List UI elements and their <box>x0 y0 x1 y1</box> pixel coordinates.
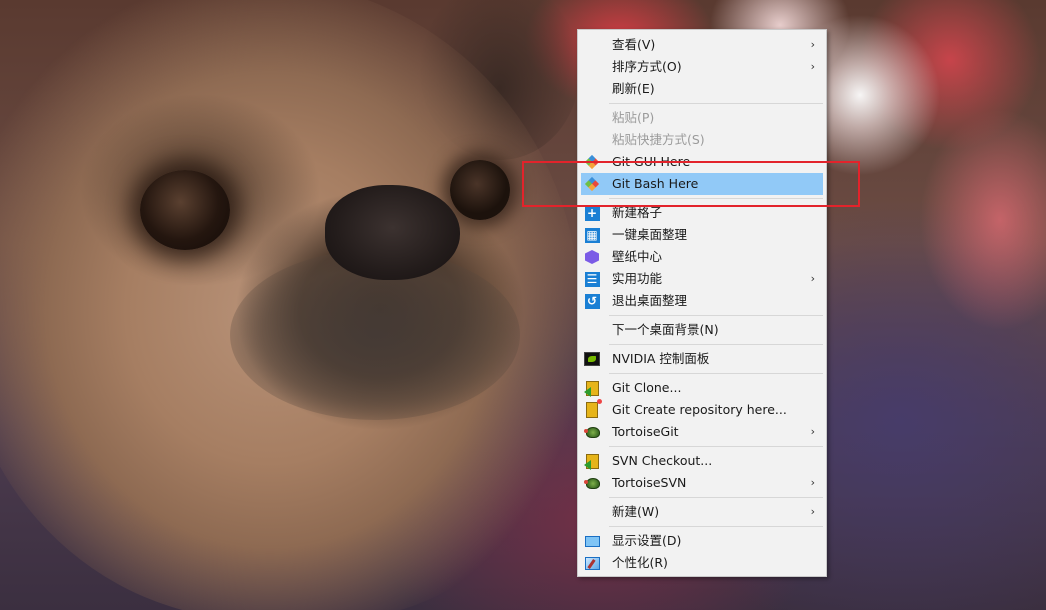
menu-item-utilities[interactable]: ☰ 实用功能 › <box>581 268 823 290</box>
desktop-context-menu: 查看(V) › 排序方式(O) › 刷新(E) 粘贴(P) 粘贴快捷方式(S) … <box>577 29 827 577</box>
tortoisegit-create-icon <box>584 399 602 418</box>
wallpaper-center-icon <box>584 249 600 265</box>
menu-item-nvidia-control-panel[interactable]: NVIDIA 控制面板 <box>581 348 823 370</box>
menu-item-git-clone[interactable]: Git Clone... <box>581 377 823 399</box>
menu-item-label: 壁纸中心 <box>612 249 663 264</box>
menu-item-label: SVN Checkout... <box>612 453 713 468</box>
tortoisegit-clone-icon <box>584 380 600 397</box>
menu-item-label: 下一个桌面背景(N) <box>612 322 719 337</box>
menu-item-tortoisegit[interactable]: TortoiseGit › <box>581 421 823 443</box>
menu-item-paste[interactable]: 粘贴(P) <box>581 107 823 129</box>
chevron-right-icon: › <box>810 505 815 518</box>
menu-item-new-grid[interactable]: + 新建格子 <box>581 202 823 224</box>
new-grid-icon: + <box>584 205 600 221</box>
menu-item-desktop-organize[interactable]: ▦ 一键桌面整理 <box>581 224 823 246</box>
menu-item-exit-organize[interactable]: ↺ 退出桌面整理 <box>581 290 823 312</box>
menu-item-label: 排序方式(O) <box>612 59 682 74</box>
wallpaper-pug-eye-left <box>140 170 230 250</box>
chevron-right-icon: › <box>810 38 815 51</box>
menu-item-display-settings[interactable]: 显示设置(D) <box>581 530 823 552</box>
chevron-right-icon: › <box>810 60 815 73</box>
menu-item-label: NVIDIA 控制面板 <box>612 351 710 366</box>
menu-separator <box>609 198 823 199</box>
menu-separator <box>609 373 823 374</box>
nvidia-icon <box>584 351 600 367</box>
menu-item-label: Git GUI Here <box>612 154 691 169</box>
git-gui-icon <box>584 154 600 170</box>
menu-item-refresh[interactable]: 刷新(E) <box>581 78 823 100</box>
menu-separator <box>609 526 823 527</box>
tortoisegit-icon <box>584 424 600 440</box>
menu-item-paste-shortcut[interactable]: 粘贴快捷方式(S) <box>581 129 823 151</box>
utilities-icon: ☰ <box>584 271 600 287</box>
menu-item-label: Git Bash Here <box>612 176 699 191</box>
menu-item-svn-checkout[interactable]: SVN Checkout... <box>581 450 823 472</box>
chevron-right-icon: › <box>810 476 815 489</box>
chevron-right-icon: › <box>810 425 815 438</box>
menu-item-label: Git Create repository here... <box>612 402 787 417</box>
menu-item-label: 新建(W) <box>612 504 660 519</box>
menu-separator <box>609 103 823 104</box>
menu-item-label: TortoiseSVN <box>612 475 687 490</box>
wallpaper-pug-eye-right <box>450 160 510 220</box>
menu-separator <box>609 315 823 316</box>
menu-item-git-bash-here[interactable]: Git Bash Here <box>581 173 823 195</box>
menu-item-label: 一键桌面整理 <box>612 227 688 242</box>
menu-item-label: Git Clone... <box>612 380 682 395</box>
menu-separator <box>609 497 823 498</box>
desktop-background[interactable]: 查看(V) › 排序方式(O) › 刷新(E) 粘贴(P) 粘贴快捷方式(S) … <box>0 0 1046 610</box>
display-settings-icon <box>584 533 600 549</box>
personalize-icon <box>584 555 600 571</box>
wallpaper-pug-nose <box>325 185 460 280</box>
menu-item-label: 显示设置(D) <box>612 533 682 548</box>
menu-separator <box>609 344 823 345</box>
menu-item-view[interactable]: 查看(V) › <box>581 34 823 56</box>
menu-item-label: 刷新(E) <box>612 81 655 96</box>
menu-item-git-create-repository[interactable]: Git Create repository here... <box>581 399 823 421</box>
menu-item-label: 粘贴(P) <box>612 110 655 125</box>
menu-separator <box>609 446 823 447</box>
menu-item-label: 个性化(R) <box>612 555 668 570</box>
menu-item-wallpaper-center[interactable]: 壁纸中心 <box>581 246 823 268</box>
menu-item-label: 查看(V) <box>612 37 656 52</box>
menu-item-sort-by[interactable]: 排序方式(O) › <box>581 56 823 78</box>
menu-item-label: 粘贴快捷方式(S) <box>612 132 705 147</box>
menu-item-git-gui-here[interactable]: Git GUI Here <box>581 151 823 173</box>
tortoisesvn-icon <box>584 475 600 491</box>
desktop-organize-icon: ▦ <box>584 227 600 243</box>
git-bash-icon <box>584 176 600 192</box>
menu-item-label: TortoiseGit <box>612 424 679 439</box>
menu-item-label: 实用功能 <box>612 271 663 286</box>
menu-item-next-background[interactable]: 下一个桌面背景(N) <box>581 319 823 341</box>
menu-item-personalize[interactable]: 个性化(R) <box>581 552 823 574</box>
chevron-right-icon: › <box>810 272 815 285</box>
menu-item-tortoisesvn[interactable]: TortoiseSVN › <box>581 472 823 494</box>
exit-organize-icon: ↺ <box>584 293 600 309</box>
menu-item-label: 退出桌面整理 <box>612 293 688 308</box>
menu-item-label: 新建格子 <box>612 205 663 220</box>
menu-item-new[interactable]: 新建(W) › <box>581 501 823 523</box>
svn-checkout-icon <box>584 453 600 470</box>
